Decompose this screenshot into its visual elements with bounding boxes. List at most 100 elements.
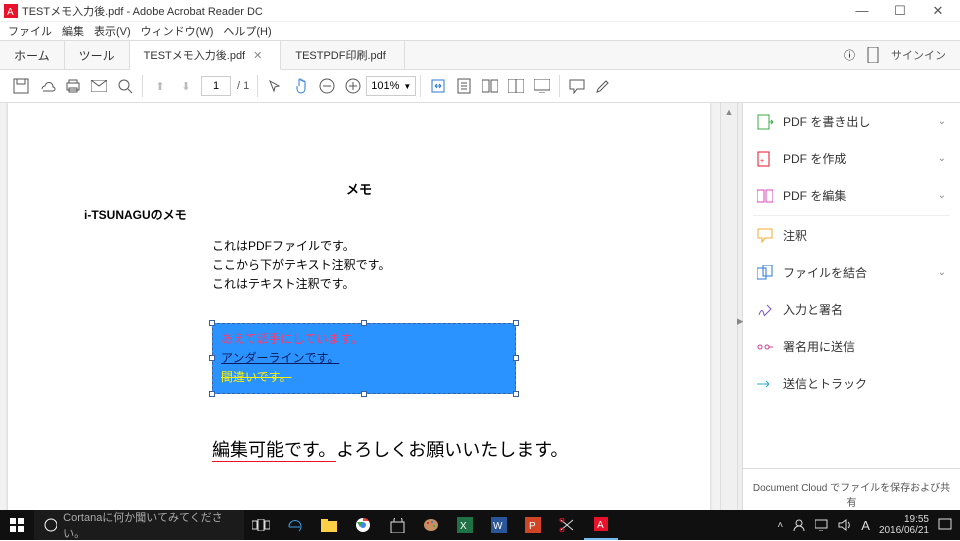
cloud-icon[interactable] (34, 73, 60, 99)
resize-handle[interactable] (361, 391, 367, 397)
hand-tool-icon[interactable] (288, 73, 314, 99)
tray-ime-icon[interactable]: A (861, 518, 870, 533)
menu-window[interactable]: ウィンドウ(W) (141, 23, 214, 39)
zoom-out-icon[interactable] (314, 73, 340, 99)
signin-link[interactable]: サインイン (891, 47, 946, 63)
document-viewer[interactable]: メモ i-TSUNAGUのメモ これはPDFファイルです。 ここから下がテキスト… (0, 103, 737, 540)
text-annotation[interactable]: あえて派手にしています。 アンダーラインです。 間違いです。 (212, 323, 516, 395)
page-view-icon[interactable] (477, 73, 503, 99)
page-prev-icon[interactable]: ⬆ (147, 73, 173, 99)
comment-icon[interactable] (564, 73, 590, 99)
clock-date: 2016/06/21 (879, 525, 929, 536)
tool-export[interactable]: PDF を書き出し ⌄ (743, 103, 960, 140)
sign-icon (757, 302, 773, 318)
save-icon[interactable] (8, 73, 34, 99)
print-icon[interactable] (60, 73, 86, 99)
tab-label: TESTメモ入力後.pdf (144, 47, 245, 63)
tool-label: 署名用に送信 (783, 338, 855, 355)
fit-width-icon[interactable] (425, 73, 451, 99)
resize-handle[interactable] (209, 320, 215, 326)
scroll-up-icon[interactable]: ▲ (721, 103, 737, 120)
tool-label: 入力と署名 (783, 301, 843, 318)
svg-text:W: W (493, 521, 503, 532)
send-track-icon (757, 376, 773, 392)
tray-volume-icon[interactable] (838, 519, 852, 531)
tool-send-sign[interactable]: 署名用に送信 (743, 328, 960, 365)
edit-pdf-icon (757, 188, 773, 204)
edit-left: 編集可能です。 (212, 440, 336, 462)
taskbar-store-icon[interactable] (380, 510, 414, 540)
taskbar-powerpoint-icon[interactable]: P (516, 510, 550, 540)
zoom-select[interactable]: 101%▼ (366, 76, 416, 96)
help-icon[interactable]: ⓘ (844, 47, 855, 63)
close-button[interactable]: ✕ (926, 3, 950, 19)
scrollbar-vertical[interactable]: ▲ ▼ (720, 103, 737, 540)
doc-subtitle: i-TSUNAGUのメモ (84, 206, 640, 223)
svg-text:P: P (529, 521, 536, 532)
resize-handle[interactable] (513, 320, 519, 326)
select-tool-icon[interactable] (262, 73, 288, 99)
resize-handle[interactable] (513, 391, 519, 397)
page-input[interactable] (201, 76, 231, 96)
minimize-button[interactable]: — (850, 3, 874, 19)
scroll-track[interactable] (721, 120, 737, 523)
body-line: ここから下がテキスト注釈です。 (212, 256, 640, 275)
tool-create[interactable]: +PDF を作成 ⌄ (743, 140, 960, 177)
nav-home[interactable]: ホーム (0, 41, 65, 69)
nav-tools[interactable]: ツール (65, 41, 130, 69)
fit-page-icon[interactable] (451, 73, 477, 99)
menu-file[interactable]: ファイル (8, 23, 52, 39)
app-icon: A (4, 4, 18, 18)
taskbar-acrobat-icon[interactable]: A (584, 510, 618, 540)
resize-handle[interactable] (209, 355, 215, 361)
tool-label: 送信とトラック (783, 375, 867, 392)
windows-taskbar: Cortanaに何か聞いてみてください。 X W P A ˄ A 19:55 2… (0, 510, 960, 540)
tab-active[interactable]: TESTメモ入力後.pdf ✕ (130, 41, 282, 70)
tool-edit[interactable]: PDF を編集 ⌄ (743, 177, 960, 214)
resize-handle[interactable] (513, 355, 519, 361)
taskbar-snip-icon[interactable] (550, 510, 584, 540)
tab-close-icon[interactable]: ✕ (253, 49, 262, 62)
resize-handle[interactable] (209, 391, 215, 397)
tray-up-icon[interactable]: ˄ (777, 520, 783, 531)
taskview-icon[interactable] (244, 510, 278, 540)
cortana-search[interactable]: Cortanaに何か聞いてみてください。 (34, 510, 244, 540)
highlight-icon[interactable] (590, 73, 616, 99)
tool-sign[interactable]: 入力と署名 (743, 291, 960, 328)
read-mode-icon[interactable] (503, 73, 529, 99)
mobile-icon[interactable] (867, 47, 879, 63)
annot-line: 間違いです。 (221, 368, 507, 387)
chevron-down-icon: ⌄ (938, 267, 946, 278)
zoom-in-icon[interactable] (340, 73, 366, 99)
taskbar-explorer-icon[interactable] (312, 510, 346, 540)
zoom-value: 101% (371, 80, 399, 92)
search-icon[interactable] (112, 73, 138, 99)
combine-icon (757, 265, 773, 281)
tool-combine[interactable]: ファイルを結合 ⌄ (743, 254, 960, 291)
taskbar-chrome-icon[interactable] (346, 510, 380, 540)
tab-strip: TESTメモ入力後.pdf ✕ TESTPDF印刷.pdf (130, 41, 830, 69)
resize-handle[interactable] (361, 320, 367, 326)
menu-edit[interactable]: 編集 (62, 23, 84, 39)
taskbar-word-icon[interactable]: W (482, 510, 516, 540)
tray-notifications-icon[interactable] (938, 518, 952, 532)
tray-people-icon[interactable] (792, 519, 806, 531)
menu-view[interactable]: 表示(V) (94, 23, 131, 39)
taskbar-paint-icon[interactable] (414, 510, 448, 540)
comment-icon (757, 228, 773, 244)
mail-icon[interactable] (86, 73, 112, 99)
menu-help[interactable]: ヘルプ(H) (223, 23, 271, 39)
separator (420, 75, 421, 97)
page-next-icon[interactable]: ⬇ (173, 73, 199, 99)
tool-comment[interactable]: 注釈 (743, 217, 960, 254)
taskbar-edge-icon[interactable] (278, 510, 312, 540)
taskbar-excel-icon[interactable]: X (448, 510, 482, 540)
maximize-button[interactable]: ☐ (888, 3, 912, 19)
tray-clock[interactable]: 19:55 2016/06/21 (879, 514, 929, 536)
svg-text:A: A (597, 520, 604, 531)
tool-send-track[interactable]: 送信とトラック (743, 365, 960, 402)
tab-inactive[interactable]: TESTPDF印刷.pdf (281, 41, 404, 69)
start-button[interactable] (0, 510, 34, 540)
screen-icon[interactable] (529, 73, 555, 99)
tray-network-icon[interactable] (815, 519, 829, 531)
